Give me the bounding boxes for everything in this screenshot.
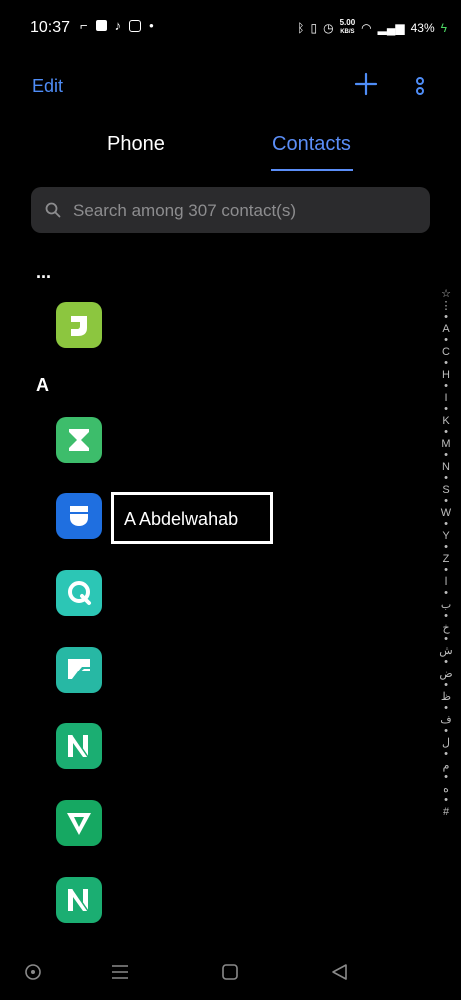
home-nav-icon[interactable]	[222, 964, 238, 980]
network-speed: 5.00 KB/S	[340, 19, 356, 36]
m-logo-icon	[68, 734, 89, 758]
index-letter[interactable]: •	[444, 357, 448, 370]
index-letter[interactable]: •	[444, 426, 448, 439]
speed-value: 5.00	[339, 18, 356, 27]
charging-icon: ϟ	[440, 20, 447, 35]
contact-avatar[interactable]	[56, 417, 102, 463]
section-header-a: A	[36, 375, 49, 395]
vibrate-icon: ▯	[310, 20, 318, 35]
index-letter[interactable]: •	[444, 380, 448, 393]
contact-avatar[interactable]	[56, 877, 102, 923]
contact-name-highlight[interactable]: A Abdelwahab	[111, 492, 273, 544]
search-icon	[45, 202, 61, 218]
signal-icon: ▂▄▆	[377, 20, 405, 35]
index-letter[interactable]: •	[444, 656, 448, 669]
index-letter[interactable]: •	[444, 564, 448, 577]
contact-avatar[interactable]	[56, 723, 102, 769]
search-input[interactable]	[71, 187, 415, 235]
navigation-bar	[0, 960, 461, 990]
message-icon	[95, 20, 107, 31]
contact-avatar[interactable]	[56, 493, 102, 539]
tab-contacts[interactable]: Contacts	[272, 133, 351, 156]
notification-icon: ⌐	[80, 18, 88, 33]
index-letter[interactable]: •	[444, 748, 448, 761]
q-icon	[68, 581, 91, 605]
index-letter[interactable]: #	[443, 806, 449, 819]
bluetooth-icon: ᛒ	[297, 20, 305, 35]
contact-avatar[interactable]	[56, 302, 102, 348]
index-letter[interactable]: •	[444, 472, 448, 485]
index-letter[interactable]: •	[444, 771, 448, 784]
index-letter[interactable]: •	[444, 679, 448, 692]
tiktok-icon: ♪	[114, 18, 122, 33]
index-letter[interactable]: •	[444, 334, 448, 347]
more-vertical-icon[interactable]	[413, 76, 427, 96]
menu-nav-icon[interactable]	[112, 965, 128, 979]
alphabet-index[interactable]: ☆ ⋮ • A • C • H • I • K • M • N • S • W • Y • Z • ا • ب • خ • ش • ض • ظ • ف • ل…	[437, 288, 455, 819]
index-letter[interactable]: •	[444, 495, 448, 508]
flag-icon	[68, 659, 90, 679]
active-tab-indicator	[271, 169, 353, 171]
back-nav-icon[interactable]	[332, 964, 347, 980]
section-header-misc: ...	[36, 262, 52, 282]
index-letter[interactable]: •	[444, 725, 448, 738]
index-letter[interactable]: •	[444, 518, 448, 531]
index-letter[interactable]: ☆	[441, 288, 451, 301]
alarm-icon: ◷	[323, 20, 334, 35]
index-letter[interactable]: •	[444, 633, 448, 646]
tab-phone[interactable]: Phone	[107, 133, 165, 156]
index-letter[interactable]: •	[444, 311, 448, 324]
instagram-icon	[129, 19, 142, 32]
status-time: 10:37	[30, 19, 71, 36]
battery-percent: 43%	[410, 20, 435, 35]
dot-icon: •	[149, 18, 154, 33]
contact-name: A Abdelwahab	[124, 509, 239, 529]
index-letter[interactable]: •	[444, 587, 448, 600]
index-letter[interactable]: •	[444, 403, 448, 416]
contact-avatar[interactable]	[56, 800, 102, 846]
contact-avatar[interactable]	[56, 570, 102, 616]
index-letter[interactable]: •	[444, 794, 448, 807]
notification-icons: ⌐ ♪ •	[80, 18, 154, 33]
w-logo-icon	[67, 813, 91, 835]
system-icons: ᛒ ▯ ◷ 5.00 KB/S ◠ ▂▄▆ 43% ϟ	[297, 19, 447, 36]
plus-icon[interactable]	[354, 72, 378, 96]
m-logo-icon	[68, 888, 89, 912]
index-letter[interactable]: •	[444, 610, 448, 623]
index-letter[interactable]: •	[444, 541, 448, 554]
index-letter[interactable]: •	[444, 449, 448, 462]
speed-unit: KB/S	[340, 29, 355, 35]
app-icon-lime	[71, 316, 87, 336]
index-letter[interactable]: •	[444, 702, 448, 715]
hourglass-icon	[69, 429, 89, 451]
contact-avatar[interactable]	[56, 647, 102, 693]
status-bar: 10:37 ⌐ ♪ • ᛒ ▯ ◷ 5.00 KB/S ◠ ▂▄▆ 43% ϟ	[0, 0, 461, 56]
edit-button[interactable]: Edit	[32, 76, 63, 97]
app-icon-blue	[70, 506, 88, 526]
wifi-icon: ◠	[361, 20, 372, 35]
assistant-nav-icon[interactable]	[25, 964, 41, 980]
search-bar[interactable]	[31, 187, 430, 235]
